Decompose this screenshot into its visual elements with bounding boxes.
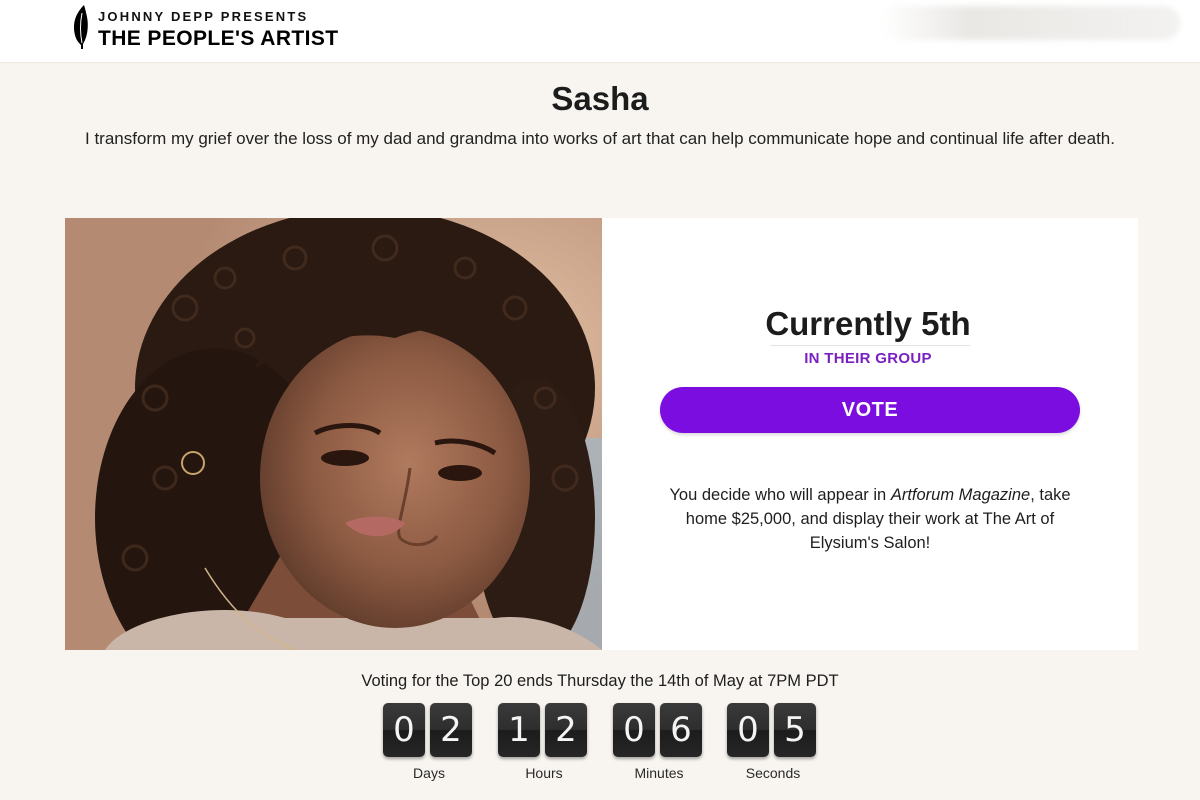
- vote-button[interactable]: VOTE: [660, 387, 1080, 433]
- seconds-label: Seconds: [745, 765, 801, 781]
- quill-icon: [74, 5, 88, 49]
- artist-bio: I transform my grief over the loss of my…: [85, 129, 1115, 148]
- days-label: Days: [413, 765, 445, 781]
- artist-card: Currently 5th IN THEIR GROUP VOTE You de…: [65, 218, 1138, 650]
- logo-presenter-text: JOHNNY DEPP PRESENTS: [98, 9, 309, 24]
- artist-name: Sasha: [551, 80, 649, 117]
- rank-subtitle: IN THEIR GROUP: [804, 350, 932, 367]
- header-nav-blurred: [880, 6, 1180, 40]
- minutes-digit-tens: 0: [613, 703, 655, 757]
- artist-photo: [65, 218, 602, 650]
- voting-deadline: Voting for the Top 20 ends Thursday the …: [361, 672, 839, 690]
- hours-digit-tens: 1: [498, 703, 540, 757]
- seconds-digit-ones: 5: [774, 703, 816, 757]
- site-header: JOHNNY DEPP PRESENTS THE PEOPLE'S ARTIST: [0, 0, 1200, 63]
- rank-title: Currently 5th: [765, 305, 971, 342]
- minutes-digit-ones: 6: [660, 703, 702, 757]
- days-digit-tens: 0: [383, 703, 425, 757]
- days-digit-ones: 2: [430, 703, 472, 757]
- hours-label: Hours: [525, 765, 563, 781]
- seconds-digit-tens: 0: [727, 703, 769, 757]
- minutes-label: Minutes: [634, 765, 684, 781]
- prize-magazine-name: Artforum Magazine: [890, 486, 1031, 504]
- prize-text-before: You decide who will appear in: [669, 486, 891, 504]
- rank-divider: [770, 345, 970, 346]
- prize-description: You decide who will appear in Artforum M…: [653, 483, 1087, 555]
- hours-digit-ones: 2: [545, 703, 587, 757]
- logo-title-text: THE PEOPLE'S ARTIST: [98, 27, 339, 50]
